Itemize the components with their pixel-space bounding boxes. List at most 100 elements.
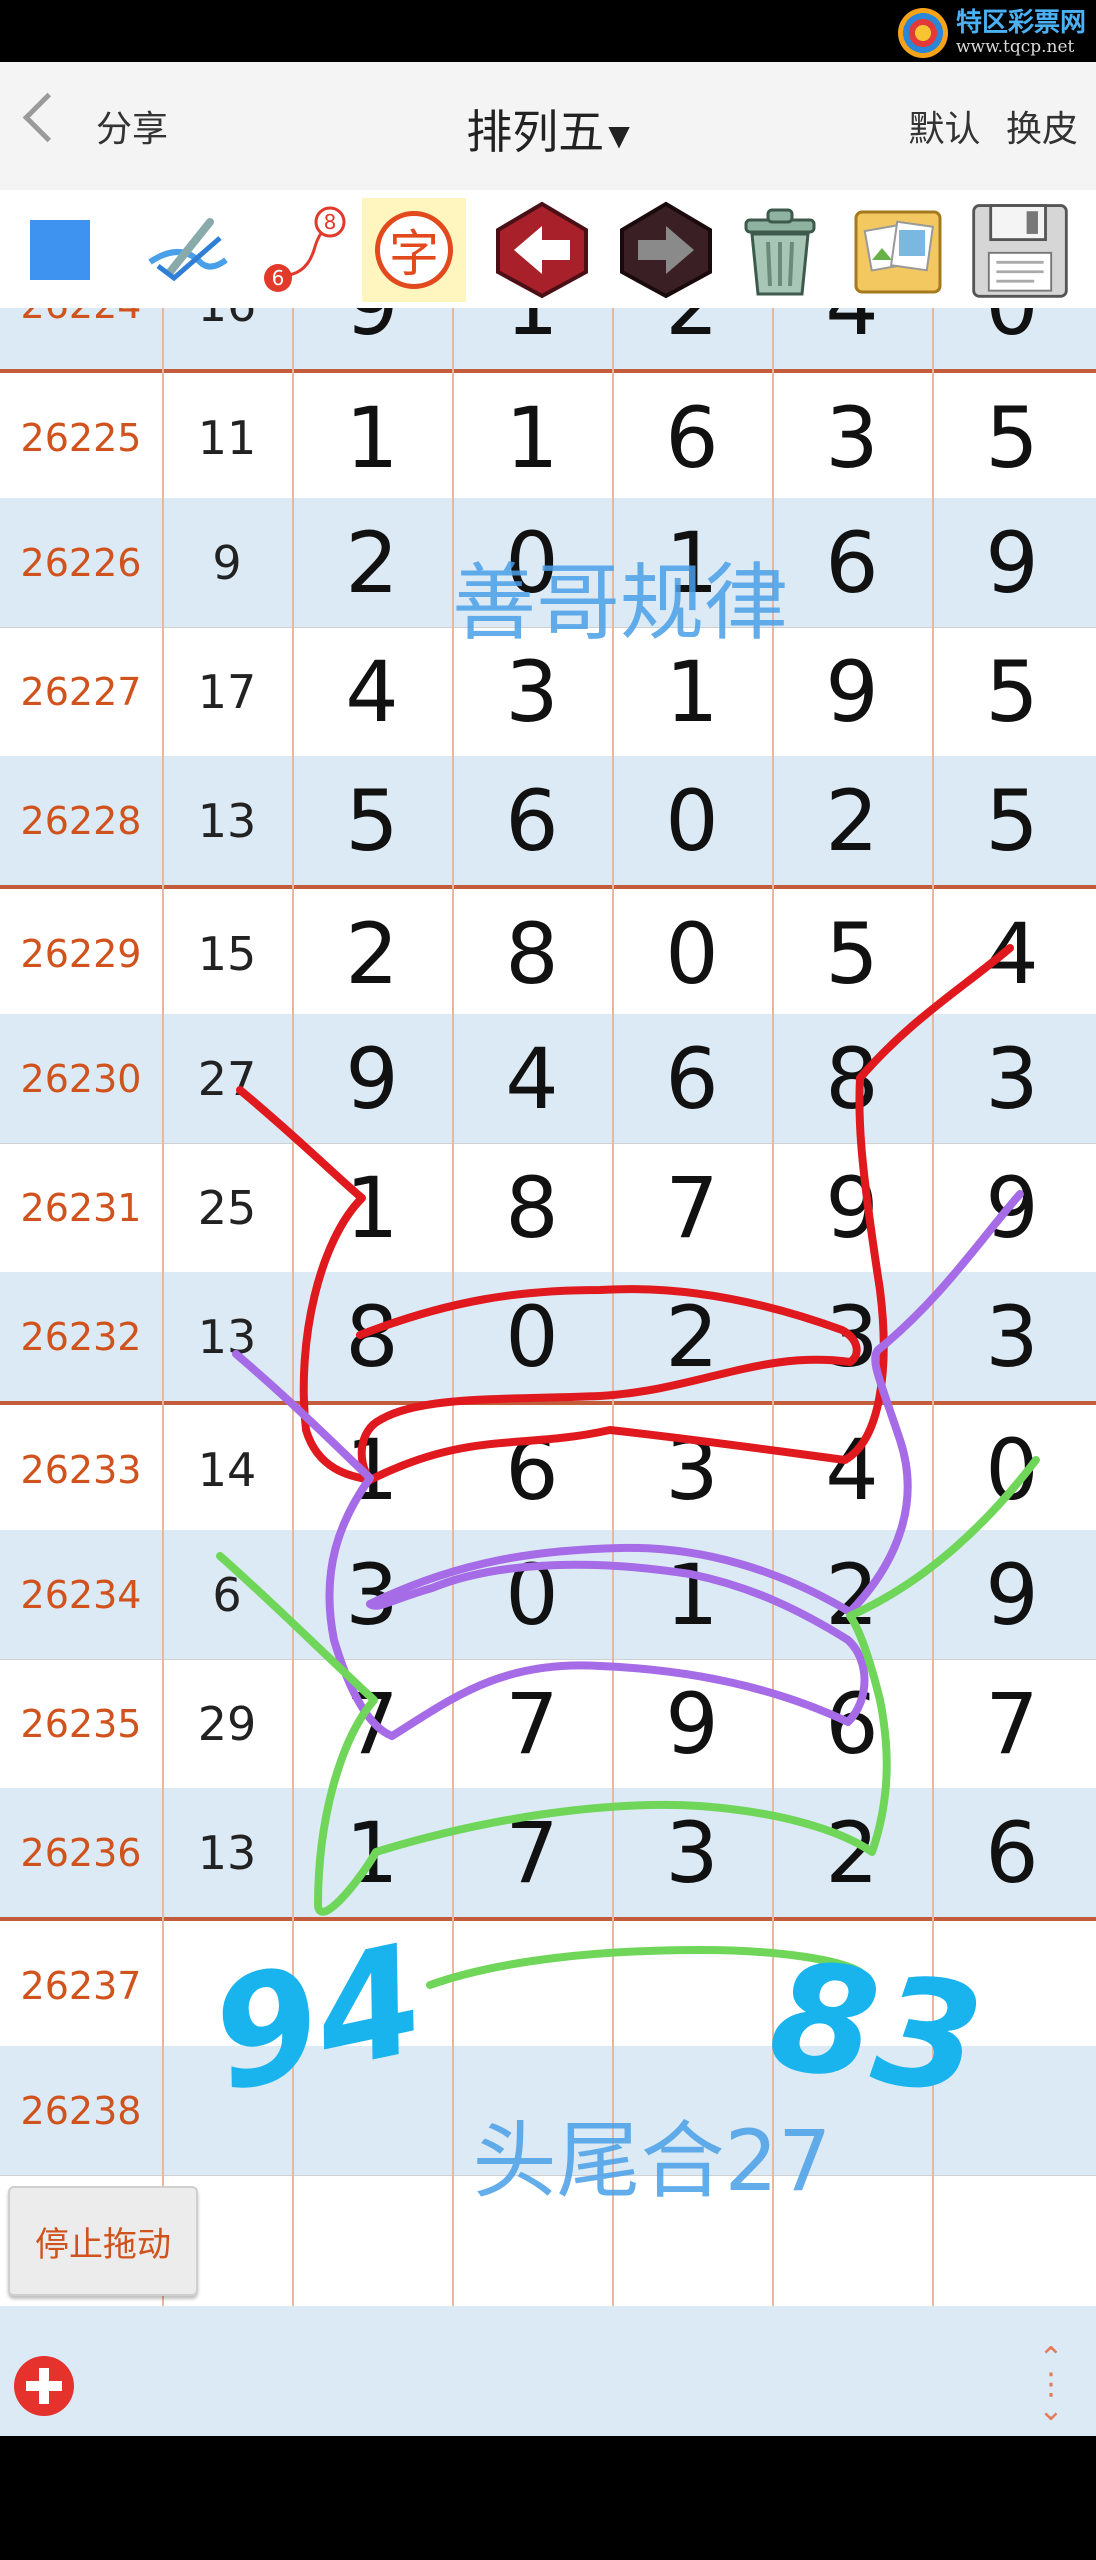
draw-digit: 1 [665,642,719,741]
digit-sum: 9 [212,535,242,590]
issue-number: 26230 [20,1056,142,1101]
draw-digit: 3 [345,1545,399,1644]
undo-arrow-icon[interactable] [490,198,594,302]
draw-digit: 1 [665,513,719,612]
issue-number: 26236 [20,1830,142,1875]
draw-digit: 0 [505,1545,559,1644]
draw-digit: 2 [345,513,399,612]
draw-digit: 2 [825,1545,879,1644]
status-bar: 特区彩票网 www.tqcp.net [0,0,1096,62]
digit-sum: 15 [197,926,257,981]
draw-grid[interactable]: 2622416912402622511116352622692016926227… [0,308,1096,2306]
issue-number: 26238 [20,2088,142,2133]
draw-digit: 2 [825,1803,879,1902]
draw-digit: 6 [825,1674,879,1773]
draw-digit: 4 [772,308,932,369]
draw-digit: 6 [665,1029,719,1128]
footer-bar: ⌃ ⋮ ⌄ [0,2306,1096,2436]
draw-digit: 0 [985,1420,1039,1519]
draw-digit: 8 [825,1029,879,1128]
digit-sum: 29 [197,1696,257,1751]
digit-sum: 27 [197,1051,257,1106]
draw-digit: 9 [665,1674,719,1773]
text-tool-glyph: 字 [389,225,439,283]
draw-digit: 9 [345,1029,399,1128]
theme-change-button[interactable]: 换皮 [1006,109,1078,150]
draw-digit: 2 [665,1287,719,1386]
draw-digit: 3 [505,642,559,741]
column-divider [162,308,164,2306]
draw-digit: 2 [612,308,772,369]
draw-digit: 3 [665,1803,719,1902]
connector-bottom-number: 6 [272,266,285,290]
brand: 特区彩票网 www.tqcp.net [897,8,1086,58]
draw-digit: 9 [985,1545,1039,1644]
draw-digit: 9 [292,308,452,369]
draw-digit: 4 [345,642,399,741]
draw-digit: 7 [665,1158,719,1257]
color-square-icon[interactable] [8,198,112,302]
draw-digit: 2 [345,904,399,1003]
issue-number: 26229 [20,931,142,976]
column-divider [772,308,774,2306]
save-disk-icon[interactable] [968,198,1072,302]
draw-digit: 6 [505,771,559,870]
draw-digit: 1 [345,1158,399,1257]
draw-digit: 5 [985,642,1039,741]
add-circle-icon[interactable] [14,2356,74,2416]
draw-digit: 9 [825,1158,879,1257]
draw-digit: 3 [825,1287,879,1386]
draw-digit: 1 [345,1420,399,1519]
draw-digit [612,2046,772,2175]
draw-digit: 7 [345,1674,399,1773]
draw-digit: 4 [825,1420,879,1519]
draw-digit: 3 [825,388,879,487]
pen-icon[interactable] [136,198,240,302]
theme-default-button[interactable]: 默认 [909,109,981,150]
digit-sum: 16 [162,308,292,369]
column-divider [452,308,454,2306]
redo-arrow-icon[interactable] [614,198,718,302]
draw-digit [932,1921,1092,2050]
draw-digit: 0 [932,308,1092,369]
draw-digit: 6 [825,513,879,612]
draw-digit: 6 [985,1803,1039,1902]
column-divider [932,308,934,2306]
draw-digit: 4 [985,904,1039,1003]
digit-sum: 13 [197,793,257,848]
draw-digit: 1 [345,1803,399,1902]
bottom-system-area [0,2436,1096,2560]
draw-digit: 2 [825,771,879,870]
stop-drag-button[interactable]: 停止拖动 [8,2186,198,2296]
resize-icon[interactable]: ⌃ ⋮ ⌄ [1036,2344,1066,2426]
digit-sum: 13 [197,1309,257,1364]
draw-digit [772,1921,932,2050]
line-connector-icon[interactable]: 8 6 [252,198,356,302]
draw-digit: 9 [985,513,1039,612]
column-divider [292,308,294,2306]
draw-digit: 4 [505,1029,559,1128]
draw-digit: 9 [985,1158,1039,1257]
draw-digit: 9 [825,642,879,741]
digit-sum: 25 [197,1180,257,1235]
issue-number: 26227 [20,669,142,714]
gallery-icon[interactable] [846,198,950,302]
digit-sum: 11 [197,410,257,465]
draw-digit: 0 [505,1287,559,1386]
draw-digit [452,2046,612,2175]
draw-digit: 5 [345,771,399,870]
text-tool-icon[interactable]: 字 [362,198,466,302]
issue-number: 26232 [20,1314,142,1359]
draw-digit: 8 [345,1287,399,1386]
trash-icon[interactable] [728,198,832,302]
draw-digit: 0 [665,771,719,870]
draw-digit [292,1921,452,2050]
brand-name: 特区彩票网 [955,8,1086,38]
drawing-toolbar: 8 6 字 [0,190,1096,308]
draw-digit: 5 [985,771,1039,870]
caret-down-icon: ▼ [608,119,630,152]
digit-sum: 17 [197,664,257,719]
draw-digit: 3 [985,1287,1039,1386]
draw-digit [292,2046,452,2175]
draw-digit: 1 [345,388,399,487]
